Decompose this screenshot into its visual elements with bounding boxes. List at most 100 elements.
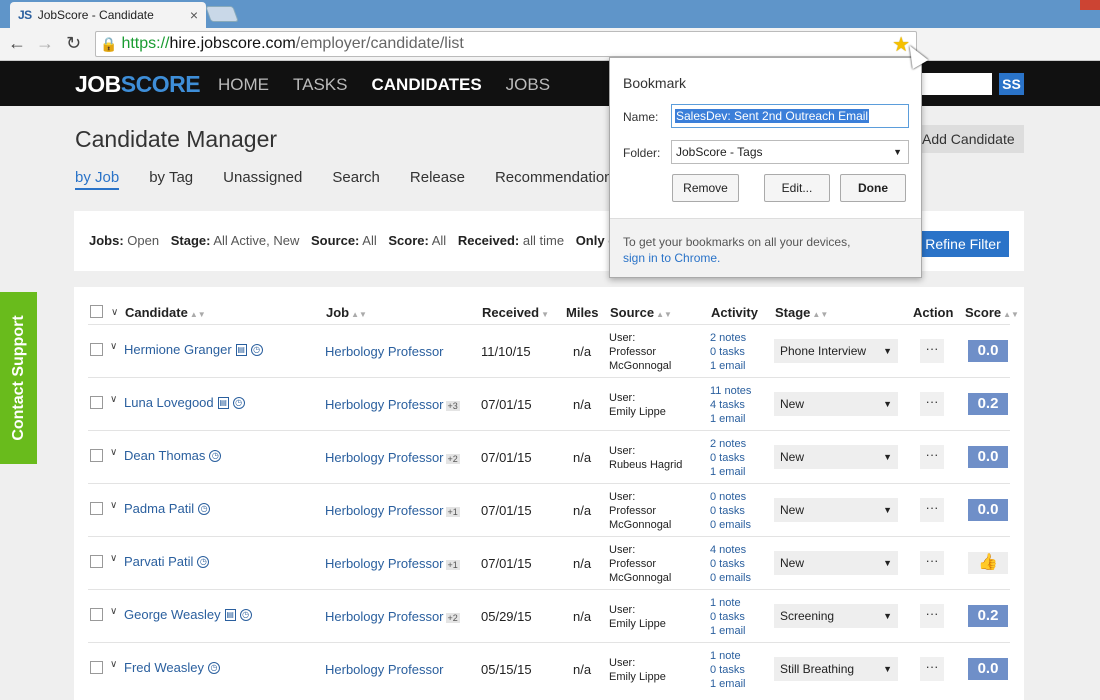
candidate-name[interactable]: George Weasley ▤ ◷	[124, 607, 252, 622]
row-checkbox[interactable]	[90, 555, 103, 568]
tab-close-icon[interactable]: ×	[190, 7, 198, 23]
clock-icon[interactable]: ◷	[209, 449, 222, 462]
user-avatar[interactable]: SS	[999, 73, 1024, 95]
resume-card-icon[interactable]: ▤	[224, 608, 236, 621]
activity-link[interactable]: 2 notes	[710, 331, 746, 345]
job-link[interactable]: Herbology Professor +3	[325, 397, 460, 412]
tab-unassigned[interactable]: Unassigned	[223, 169, 302, 190]
stage-select[interactable]: New ▼	[774, 445, 898, 469]
candidate-name[interactable]: Hermione Granger ▤ ◷	[124, 342, 263, 357]
row-action-button[interactable]: ···	[920, 392, 944, 416]
header-search-input[interactable]	[920, 73, 992, 95]
nav-home[interactable]: HOME	[218, 75, 269, 95]
chevron-down-icon[interactable]: ∨	[110, 394, 117, 405]
back-arrow-icon[interactable]: ←	[8, 33, 26, 54]
row-checkbox[interactable]	[90, 449, 103, 462]
row-checkbox[interactable]	[90, 608, 103, 621]
candidate-name[interactable]: Luna Lovegood ▤ ◷	[124, 395, 245, 410]
row-checkbox[interactable]	[90, 396, 103, 409]
clock-icon[interactable]: ◷	[232, 396, 245, 409]
stage-select[interactable]: Screening ▼	[774, 604, 898, 628]
col-stage[interactable]: Stage ▲▼	[775, 305, 828, 320]
tab-search[interactable]: Search	[332, 169, 380, 190]
candidate-name[interactable]: Padma Patil ◷	[124, 501, 211, 516]
nav-candidates[interactable]: CANDIDATES	[371, 75, 481, 95]
score-badge[interactable]: 0.2	[968, 605, 1008, 627]
add-candidate-button[interactable]: Add Candidate	[918, 125, 1024, 153]
contact-support-tab[interactable]: Contact Support	[0, 292, 37, 464]
col-job[interactable]: Job ▲▼	[326, 305, 367, 320]
row-action-button[interactable]: ···	[920, 604, 944, 628]
job-link[interactable]: Herbology Professor +1	[325, 556, 460, 571]
bookmark-done-button[interactable]: Done	[840, 174, 906, 202]
job-link[interactable]: Herbology Professor +2	[325, 609, 460, 624]
thumbs-up-icon[interactable]: 👍	[968, 552, 1008, 574]
refine-filter-button[interactable]: Refine Filter	[917, 231, 1009, 257]
sign-in-chrome-link[interactable]: sign in to Chrome.	[623, 250, 908, 266]
col-source[interactable]: Source ▲▼	[610, 305, 672, 320]
stage-select[interactable]: New ▼	[774, 498, 898, 522]
chevron-down-icon[interactable]: ∨	[110, 341, 117, 352]
score-badge[interactable]: 0.2	[968, 393, 1008, 415]
browser-tab[interactable]: JS JobScore - Candidate ×	[10, 2, 206, 28]
chevron-down-icon[interactable]: ∨	[110, 659, 117, 670]
row-action-button[interactable]: ···	[920, 498, 944, 522]
tab-by-tag[interactable]: by Tag	[149, 169, 193, 190]
activity-link[interactable]: 1 email	[710, 624, 745, 638]
activity-link[interactable]: 0 emails	[710, 571, 751, 585]
score-badge[interactable]: 0.0	[968, 340, 1008, 362]
score-badge[interactable]: 0.0	[968, 499, 1008, 521]
window-close-button[interactable]	[1080, 0, 1100, 10]
nav-tasks[interactable]: TASKS	[293, 75, 347, 95]
tab-recommendations[interactable]: Recommendations	[495, 169, 620, 190]
activity-link[interactable]: 0 tasks	[710, 610, 745, 624]
select-all-checkbox[interactable]	[90, 305, 103, 318]
chevron-down-icon[interactable]: ∨	[110, 447, 117, 458]
activity-link[interactable]: 1 email	[710, 359, 746, 373]
activity-link[interactable]: 1 email	[710, 412, 751, 426]
row-checkbox[interactable]	[90, 502, 103, 515]
chevron-down-icon[interactable]: ∨	[111, 307, 118, 318]
bookmark-name-input[interactable]: SalesDev: Sent 2nd Outreach Email	[671, 104, 909, 128]
chevron-down-icon[interactable]: ∨	[110, 606, 117, 617]
stage-select[interactable]: Still Breathing ▼	[774, 657, 898, 681]
reload-icon[interactable]: ↻	[66, 33, 81, 54]
jobscore-logo[interactable]: JOBSCORE	[75, 71, 201, 98]
stage-select[interactable]: New ▼	[774, 392, 898, 416]
resume-card-icon[interactable]: ▤	[217, 396, 229, 409]
clock-icon[interactable]: ◷	[239, 608, 252, 621]
row-action-button[interactable]: ···	[920, 339, 944, 363]
activity-link[interactable]: 2 notes	[710, 437, 746, 451]
bookmark-remove-button[interactable]: Remove	[672, 174, 739, 202]
candidate-name[interactable]: Fred Weasley ◷	[124, 660, 220, 675]
stage-select[interactable]: New ▼	[774, 551, 898, 575]
chevron-down-icon[interactable]: ∨	[110, 500, 117, 511]
col-score[interactable]: Score ▲▼	[965, 305, 1019, 320]
activity-link[interactable]: 4 notes	[710, 543, 751, 557]
job-link[interactable]: Herbology Professor	[325, 344, 444, 359]
candidate-name[interactable]: Parvati Patil ◷	[124, 554, 210, 569]
col-candidate[interactable]: Candidate ▲▼	[125, 305, 206, 320]
clock-icon[interactable]: ◷	[197, 555, 210, 568]
activity-link[interactable]: 1 email	[710, 677, 745, 691]
tab-by-job[interactable]: by Job	[75, 169, 120, 190]
activity-link[interactable]: 1 note	[710, 596, 745, 610]
activity-link[interactable]: 0 tasks	[710, 663, 745, 677]
row-action-button[interactable]: ···	[920, 551, 944, 575]
bookmark-folder-select[interactable]: JobScore - Tags ▼	[671, 140, 909, 164]
activity-link[interactable]: 0 emails	[710, 518, 751, 532]
resume-card-icon[interactable]: ▤	[235, 343, 247, 356]
clock-icon[interactable]: ◷	[198, 502, 211, 515]
clock-icon[interactable]: ◷	[250, 343, 263, 356]
activity-link[interactable]: 1 note	[710, 649, 745, 663]
job-link[interactable]: Herbology Professor	[325, 662, 444, 677]
activity-link[interactable]: 0 tasks	[710, 504, 751, 518]
address-bar[interactable]: 🔒 https:// hire.jobscore.com /employer/c…	[95, 31, 917, 57]
row-action-button[interactable]: ···	[920, 445, 944, 469]
chevron-down-icon[interactable]: ∨	[110, 553, 117, 564]
activity-link[interactable]: 1 email	[710, 465, 746, 479]
activity-link[interactable]: 0 tasks	[710, 345, 746, 359]
job-link[interactable]: Herbology Professor +2	[325, 450, 460, 465]
new-tab-button[interactable]	[205, 6, 239, 22]
clock-icon[interactable]: ◷	[207, 661, 220, 674]
